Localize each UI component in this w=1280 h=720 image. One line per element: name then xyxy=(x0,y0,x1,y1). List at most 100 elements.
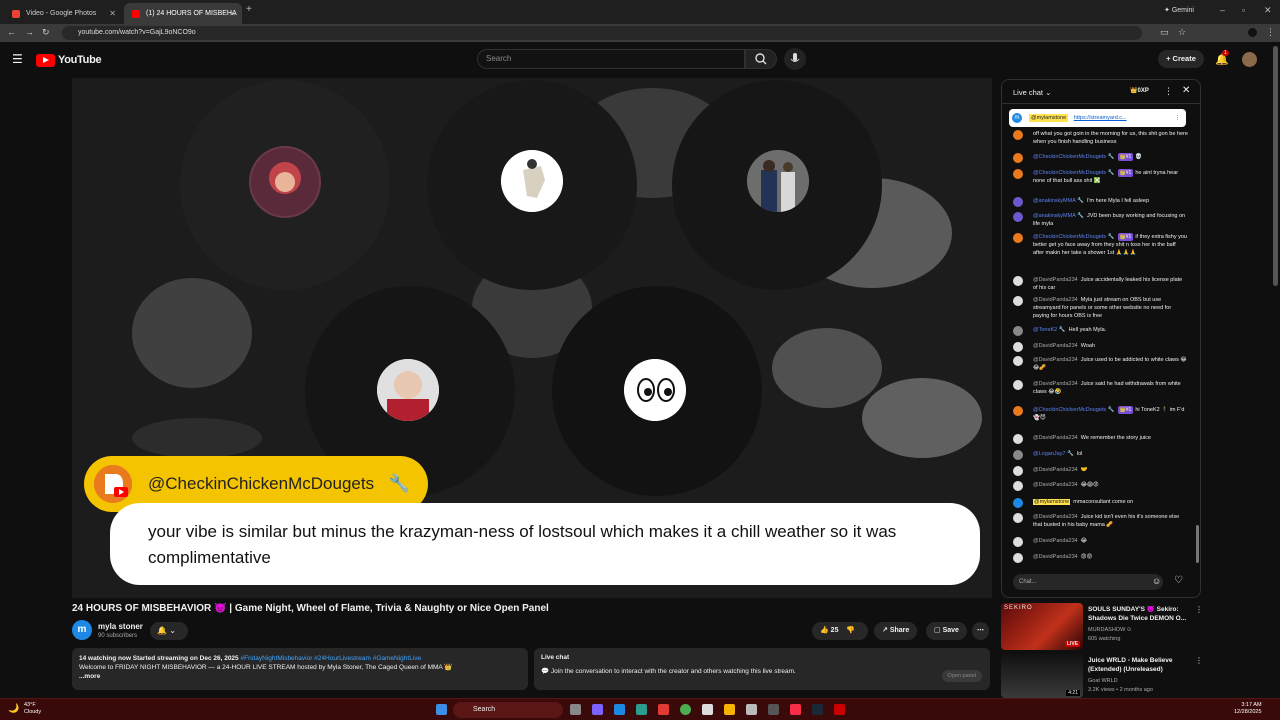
chat-message[interactable]: @DavidPanda234 We remember the story juic… xyxy=(1013,434,1188,444)
chat-username[interactable]: @DavidPanda234 xyxy=(1033,381,1078,387)
reload-icon[interactable]: ↻ xyxy=(42,27,50,38)
chat-user-avatar[interactable] xyxy=(1013,513,1023,523)
chat-user-avatar[interactable] xyxy=(1013,466,1023,476)
back-icon[interactable]: ← xyxy=(7,27,16,37)
weather-widget[interactable]: 43°F Cloudy xyxy=(24,702,41,716)
chat-user-avatar[interactable] xyxy=(1013,326,1023,336)
chat-user-avatar[interactable] xyxy=(1013,169,1023,179)
chat-username[interactable]: @LoganJay7 🔧 xyxy=(1033,451,1074,457)
video-thumbnail[interactable]: SEKIRO LIVE xyxy=(1001,603,1083,650)
app-icon[interactable] xyxy=(658,704,669,715)
chat-user-avatar[interactable] xyxy=(1013,481,1023,491)
create-button[interactable]: + Create xyxy=(1158,50,1204,68)
copilot-icon[interactable] xyxy=(636,704,647,715)
url-field[interactable]: youtube.com/watch?v=GajL9oNCO9o xyxy=(62,26,1142,40)
chat-message[interactable]: @DavidPanda234 😡😡 xyxy=(1013,553,1188,563)
tab-google-photos[interactable]: Video - Google Photos ✕ xyxy=(4,3,122,24)
chat-message[interactable]: @DavidPanda234 🤝 xyxy=(1013,466,1188,476)
like-button[interactable]: 👍 25 xyxy=(820,627,838,634)
chat-username[interactable]: @DavidPanda234 xyxy=(1033,357,1078,363)
chat-username[interactable]: @DavidPanda234 xyxy=(1033,467,1078,473)
channel-name[interactable]: myla stoner xyxy=(98,622,143,631)
app-icon-red[interactable] xyxy=(834,704,845,715)
chat-message[interactable]: @DavidPanda234 😂😱😡 xyxy=(1013,481,1188,491)
share-button[interactable]: ↗ Share xyxy=(874,622,918,640)
chat-user-avatar[interactable] xyxy=(1013,537,1023,547)
taskbar-search[interactable]: Search xyxy=(453,702,563,718)
file-explorer-icon[interactable] xyxy=(724,704,735,715)
recommended-video-1[interactable]: SEKIRO LIVE SOULS SUNDAY'S 👿 Sekiro: Sha… xyxy=(1001,603,1203,653)
chat-message[interactable]: @ToneK2 🔧 Hell yeah Myla. xyxy=(1013,326,1188,336)
store-icon[interactable] xyxy=(702,704,713,715)
chat-message[interactable]: @CheckinChickenMcDougets 🔧 👑#1 if they ext… xyxy=(1013,233,1188,257)
maximize-icon[interactable]: ▫ xyxy=(1242,5,1245,15)
github-icon[interactable] xyxy=(768,704,779,715)
recommended-video-2[interactable]: 4:21 Juice WRLD - Make Believe (Extended… xyxy=(1001,654,1203,704)
chat-username[interactable]: @anakinskyMMA 🔧 xyxy=(1033,198,1084,204)
cast-icon[interactable]: ▭ xyxy=(1160,27,1169,38)
video-thumbnail[interactable]: 4:21 xyxy=(1001,654,1083,698)
chat-username[interactable]: @mylamstone xyxy=(1033,499,1071,505)
profile-avatar[interactable] xyxy=(1248,28,1257,37)
chat-user-avatar[interactable] xyxy=(1013,356,1023,366)
chat-username[interactable]: @DavidPanda234 xyxy=(1033,297,1078,303)
account-avatar[interactable] xyxy=(1242,52,1257,67)
chat-menu-icon[interactable]: ⋮ xyxy=(1164,86,1173,97)
chat-message[interactable]: @mylamstone mmaconsultant come on xyxy=(1013,498,1188,508)
youtube-logo[interactable]: YouTube xyxy=(36,53,102,67)
forward-icon[interactable]: → xyxy=(25,27,34,37)
chat-user-avatar[interactable] xyxy=(1013,296,1023,306)
chat-username[interactable]: @ToneK2 🔧 xyxy=(1033,327,1066,333)
chat-message[interactable]: @CheckinChickenMcDougets 🔧 👑#1 hi ToneK2 🕴… xyxy=(1013,406,1188,422)
chat-user-avatar[interactable] xyxy=(1013,434,1023,444)
channel-avatar[interactable]: m xyxy=(72,620,92,640)
chat-user-avatar[interactable] xyxy=(1013,406,1023,416)
description-box[interactable]: 14 watching now Started streaming on Dec… xyxy=(72,648,528,690)
chat-scrollbar[interactable] xyxy=(1196,525,1199,563)
video-menu-icon[interactable]: ⋮ xyxy=(1195,656,1203,665)
pinned-menu-icon[interactable]: ⋮ xyxy=(1175,109,1181,127)
teams-icon[interactable] xyxy=(592,704,603,715)
task-view-icon[interactable] xyxy=(570,704,581,715)
search-button[interactable] xyxy=(745,49,777,69)
chat-user-avatar[interactable] xyxy=(1013,233,1023,243)
save-button[interactable]: ▢ Save xyxy=(926,622,967,640)
chat-message[interactable]: @DavidPanda234 Juice accidentally leaked … xyxy=(1013,276,1188,292)
more-actions-button[interactable]: ⋯ xyxy=(972,622,989,640)
taskbar-clock[interactable]: 3:17 AM 12/28/2025 xyxy=(1234,702,1262,716)
minimize-icon[interactable]: – xyxy=(1220,5,1225,15)
voice-search-button[interactable] xyxy=(784,48,806,70)
close-tab-icon[interactable]: ✕ xyxy=(229,3,236,24)
video-menu-icon[interactable]: ⋮ xyxy=(1195,605,1203,614)
music-icon[interactable] xyxy=(790,704,801,715)
steam-icon[interactable] xyxy=(812,704,823,715)
live-chat-title[interactable]: Live chat ⌄ xyxy=(1013,88,1051,97)
chat-message[interactable]: @DavidPanda234 😂 xyxy=(1013,537,1188,547)
chat-username[interactable]: @anakinskyMMA 🔧 xyxy=(1033,213,1084,219)
chat-message[interactable]: @CheckinChickenMcDougets 🔧 👑#1 💀 xyxy=(1013,153,1188,163)
chat-message[interactable]: @DavidPanda234 Juice used to be addicted … xyxy=(1013,356,1188,372)
chat-username[interactable]: @DavidPanda234 xyxy=(1033,277,1078,283)
edge-icon[interactable] xyxy=(614,704,625,715)
chat-username[interactable]: @DavidPanda234 xyxy=(1033,482,1078,488)
chat-username[interactable]: @CheckinChickenMcDougets 🔧 xyxy=(1033,407,1115,413)
chat-input[interactable]: Chat... xyxy=(1013,574,1163,590)
chat-username[interactable]: @DavidPanda234 xyxy=(1033,435,1078,441)
xp-badge[interactable]: 👑0XP xyxy=(1130,87,1149,94)
gemini-button[interactable]: ✦ Gemini xyxy=(1164,6,1194,14)
windows-start-icon[interactable] xyxy=(436,704,447,715)
chat-message[interactable]: @anakinskyMMA 🔧 JVD been busy working and… xyxy=(1013,212,1188,228)
chrome-icon[interactable] xyxy=(680,704,691,715)
pinned-message[interactable]: m @mylamstone https://streamyard.c... ⋮ xyxy=(1009,109,1186,127)
chat-message[interactable]: @DavidPanda234 Juice kid isn't even his i… xyxy=(1013,513,1188,529)
emoji-icon[interactable]: ☺ xyxy=(1152,576,1161,586)
chat-message[interactable]: @anakinskyMMA 🔧 I'm here Myla I fell asle… xyxy=(1013,197,1188,207)
chat-user-avatar[interactable] xyxy=(1013,153,1023,163)
chat-message[interactable]: @DavidPanda234 Woah xyxy=(1013,342,1188,352)
show-more-link[interactable]: ...more xyxy=(79,672,521,681)
subscribe-bell-button[interactable]: 🔔 ⌄ xyxy=(150,622,188,640)
chat-username[interactable]: @DavidPanda234 xyxy=(1033,554,1078,560)
chat-user-avatar[interactable] xyxy=(1013,342,1023,352)
chat-user-avatar[interactable] xyxy=(1013,553,1023,563)
browser-menu-icon[interactable]: ⋮ xyxy=(1266,27,1275,38)
